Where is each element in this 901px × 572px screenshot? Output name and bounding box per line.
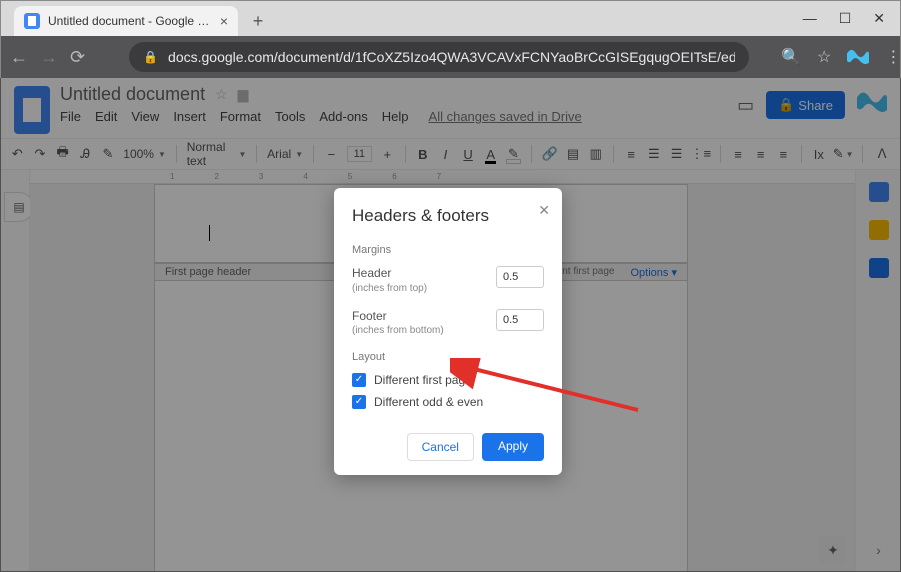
window-maximize-icon[interactable]: ☐: [839, 10, 852, 27]
new-tab-button[interactable]: +: [244, 7, 272, 35]
window-minimize-icon[interactable]: —: [803, 10, 817, 26]
cancel-button[interactable]: Cancel: [407, 433, 474, 461]
header-margin-input[interactable]: [496, 266, 544, 288]
dialog-close-icon[interactable]: ✕: [538, 202, 550, 219]
footer-margin-label: Footer (inches from bottom): [352, 309, 444, 338]
nav-back-icon[interactable]: ←: [10, 47, 28, 68]
url-input[interactable]: 🔒 docs.google.com/document/d/1fCoXZ5Izo4…: [129, 42, 749, 72]
browser-tab[interactable]: Untitled document - Google Doc ×: [14, 6, 238, 36]
dialog-title: Headers & footers: [352, 206, 544, 226]
browser-menu-icon[interactable]: ⋮: [885, 47, 901, 67]
docs-favicon: [24, 13, 40, 29]
headers-footers-dialog: Headers & footers ✕ Margins Header (inch…: [334, 188, 562, 475]
url-text: docs.google.com/document/d/1fCoXZ5Izo4QW…: [168, 49, 735, 65]
tab-title: Untitled document - Google Doc: [48, 14, 214, 28]
browser-addressbar: ← → ⟳ 🔒 docs.google.com/document/d/1fCoX…: [0, 36, 901, 78]
layout-section-label: Layout: [352, 351, 544, 363]
extension-icon[interactable]: [847, 48, 869, 66]
different-first-page-label: Different first page: [374, 373, 472, 387]
browser-titlebar: Untitled document - Google Doc × + — ☐ ✕: [0, 0, 901, 36]
window-close-icon[interactable]: ✕: [873, 10, 885, 27]
different-odd-even-checkbox[interactable]: [352, 395, 366, 409]
footer-margin-input[interactable]: [496, 309, 544, 331]
different-odd-even-label: Different odd & even: [374, 395, 483, 409]
nav-reload-icon[interactable]: ⟳: [70, 47, 85, 68]
header-margin-label: Header (inches from top): [352, 266, 427, 295]
margins-section-label: Margins: [352, 244, 544, 256]
tab-close-icon[interactable]: ×: [220, 13, 228, 29]
nav-forward-icon: →: [40, 47, 58, 68]
bookmark-star-icon[interactable]: ☆: [817, 47, 831, 67]
different-first-page-checkbox[interactable]: [352, 373, 366, 387]
apply-button[interactable]: Apply: [482, 433, 544, 461]
lock-icon: 🔒: [143, 50, 158, 64]
zoom-icon[interactable]: 🔍: [781, 47, 801, 67]
